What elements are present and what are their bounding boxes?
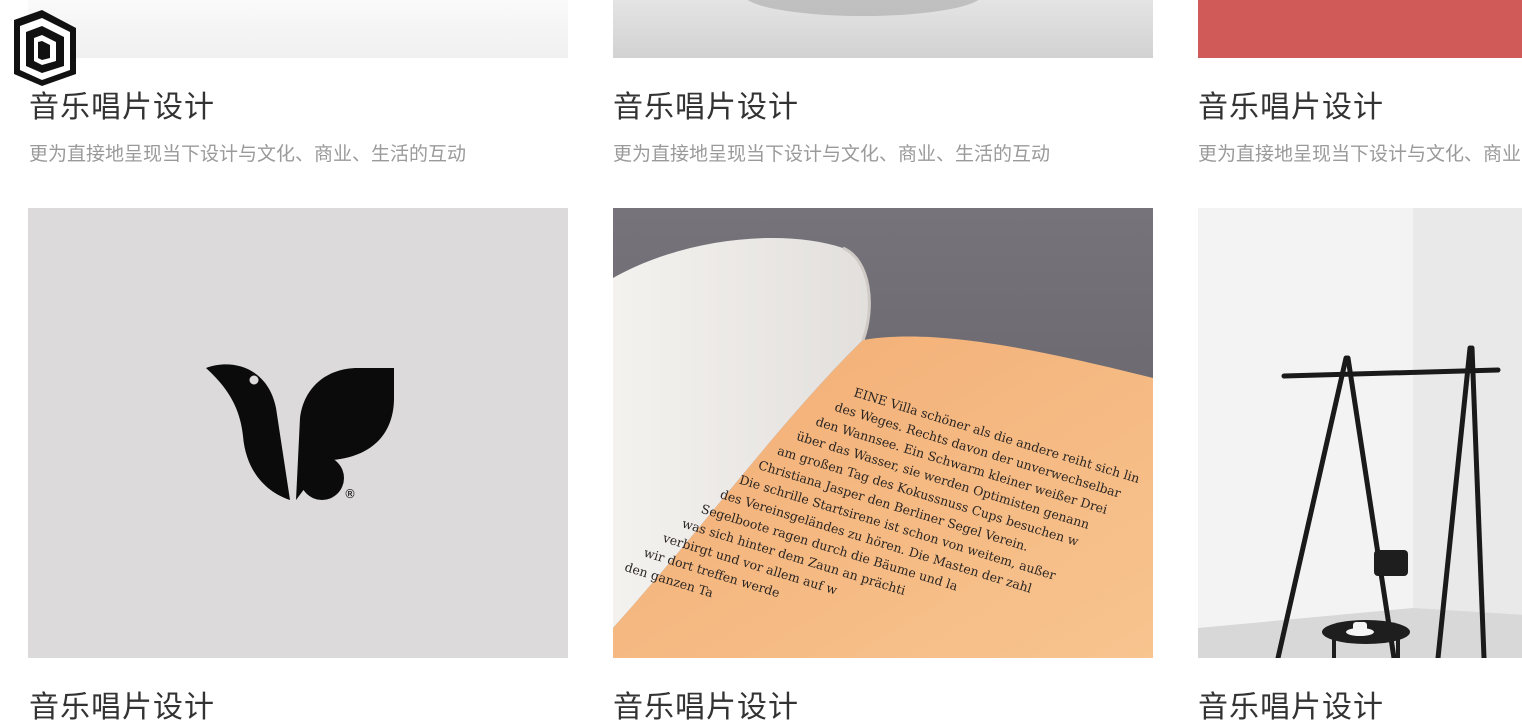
registered-mark: ®	[344, 487, 356, 501]
project-title[interactable]: 音乐唱片设计	[613, 682, 799, 726]
bird-leaf-logo: ®	[206, 364, 394, 501]
project-title[interactable]: 音乐唱片设计	[29, 682, 215, 726]
project-title[interactable]: 音乐唱片设计	[613, 82, 799, 126]
project-description: 更为直接地呈现当下设计与文化、商业、生活的互动	[1198, 143, 1522, 165]
project-thumb-5[interactable]: EINE Villa schöner als die andere reiht …	[613, 208, 1153, 658]
site-logo[interactable]	[12, 10, 78, 86]
project-thumb-3[interactable]	[1198, 0, 1522, 58]
project-thumb-4[interactable]: ®	[28, 208, 568, 658]
project-thumb-1[interactable]	[28, 0, 568, 58]
project-thumb-2[interactable]	[613, 0, 1153, 58]
project-title[interactable]: 音乐唱片设计	[29, 82, 215, 126]
project-thumb-6[interactable]	[1198, 208, 1522, 658]
project-title[interactable]: 音乐唱片设计	[1198, 682, 1384, 726]
project-description: 更为直接地呈现当下设计与文化、商业、生活的互动	[29, 143, 467, 165]
project-title[interactable]: 音乐唱片设计	[1198, 82, 1384, 126]
project-description: 更为直接地呈现当下设计与文化、商业、生活的互动	[613, 143, 1051, 165]
